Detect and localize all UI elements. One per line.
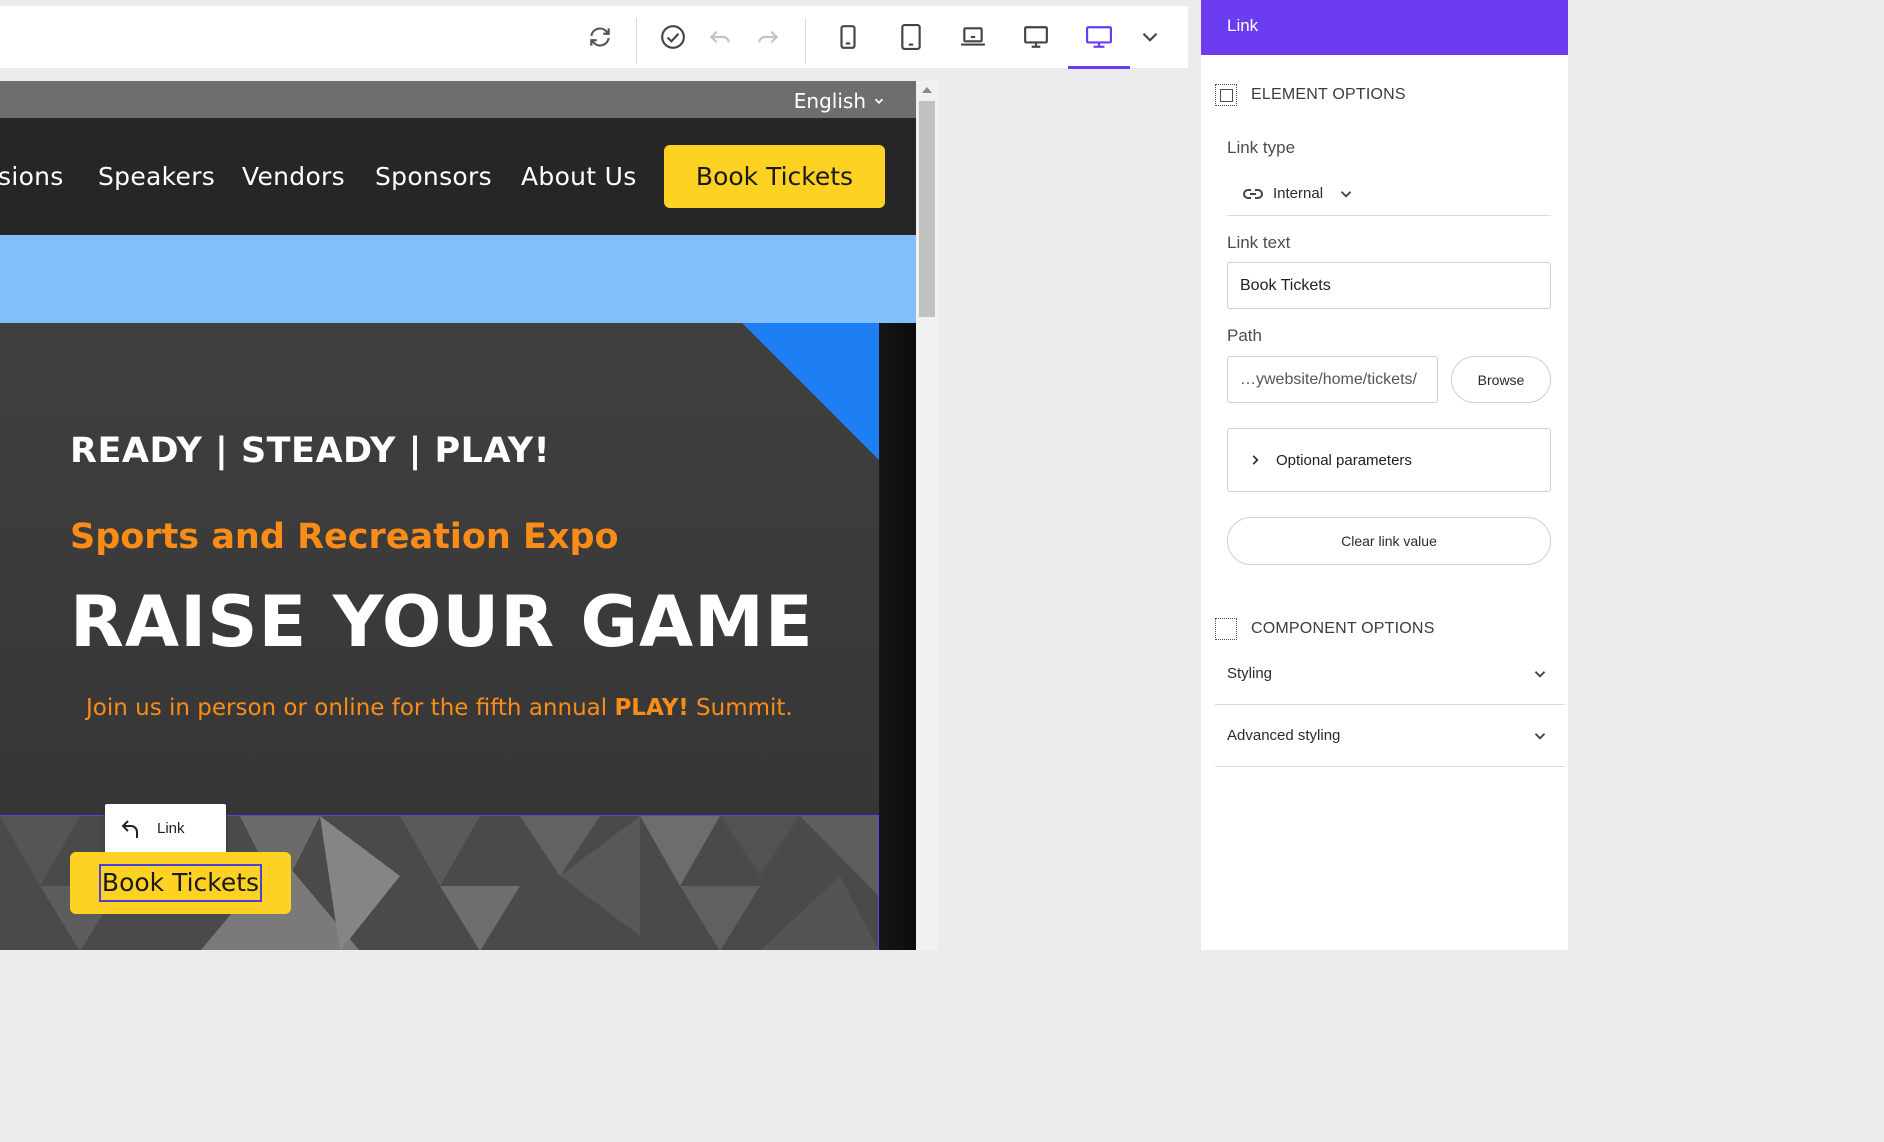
language-label: English [793,89,866,113]
page-preview: English sions Speakers Vendors Sponsors … [0,81,916,950]
chevron-down-icon [1534,732,1546,740]
panel-gutter [1188,0,1201,950]
preview-scrollbar[interactable] [916,81,938,950]
tagline-end: Summit. [688,695,793,721]
desktop-icon[interactable] [1080,19,1118,55]
chevron-right-icon [1252,455,1259,465]
chevron-down-icon[interactable] [1131,19,1169,55]
check-circle-icon[interactable] [654,19,692,55]
nav-item-about-us[interactable]: About Us [521,162,637,191]
select-parent-icon [121,819,138,838]
laptop-icon[interactable] [954,19,992,55]
link-text-input[interactable]: Book Tickets [1227,262,1551,309]
link-type-select[interactable]: Internal [1227,172,1551,216]
promo-band [0,235,916,323]
scroll-up-arrow[interactable] [922,87,932,93]
hero-edge-shadow [879,323,916,950]
chevron-down-icon [1534,670,1546,678]
site-topbar: English [0,81,916,118]
path-input[interactable]: …ywebsite/home/tickets/ [1227,356,1438,403]
redo-icon[interactable] [749,19,787,55]
optional-parameters-label: Optional parameters [1276,451,1412,469]
undo-icon[interactable] [701,19,739,55]
mobile-icon[interactable] [829,19,867,55]
nav-book-tickets-button[interactable]: Book Tickets [664,145,885,208]
hero-headline[interactable]: RAISE YOUR GAME [70,581,814,663]
editor-toolbar [0,0,1188,69]
styling-label: Styling [1227,665,1273,682]
refresh-icon[interactable] [581,19,619,55]
chevron-down-icon [1340,190,1352,198]
element-options-icon [1215,84,1237,106]
component-options-heading: COMPONENT OPTIONS [1215,618,1435,640]
nav-item-vendors[interactable]: Vendors [242,162,345,191]
advanced-styling-label: Advanced styling [1227,727,1341,744]
element-options-heading: ELEMENT OPTIONS [1215,84,1406,106]
hero-subhead[interactable]: Sports and Recreation Expo [70,517,619,557]
scrollbar-thumb[interactable] [919,101,935,317]
nav-item-speakers[interactable]: Speakers [98,162,215,191]
link-component-label[interactable]: Link [105,804,226,853]
link-type-label: Link type [1227,138,1296,157]
active-device-indicator [1068,66,1130,69]
hero-tagline[interactable]: Join us in person or online for the fift… [86,695,793,721]
tagline-bold: PLAY! [614,695,689,721]
monitor-icon[interactable] [1017,19,1055,55]
advanced-styling-accordion[interactable]: Advanced styling [1215,705,1565,767]
link-icon [1243,188,1263,199]
link-text-label: Link text [1227,233,1291,252]
chevron-down-icon [874,98,884,104]
component-options-icon [1215,618,1237,640]
hero-corner-accent [742,323,879,460]
toolbar-separator [805,18,806,64]
hero-book-tickets-text[interactable]: Book Tickets [98,864,263,902]
hero-eyebrow[interactable]: READY | STEADY | PLAY! [70,431,550,471]
language-selector[interactable]: English [794,89,886,113]
tagline-text: Join us in person or online for the fift… [86,695,615,721]
optional-parameters-toggle[interactable]: Optional parameters [1227,428,1551,492]
link-chip-text: Link [157,820,185,837]
tablet-icon[interactable] [892,19,930,55]
nav-item-sessions[interactable]: sions [0,162,64,191]
component-options-label: COMPONENT OPTIONS [1251,620,1435,637]
styling-accordion[interactable]: Styling [1215,643,1565,705]
properties-panel: Link ELEMENT OPTIONS Link type Internal … [1201,0,1568,950]
site-navbar: sions Speakers Vendors Sponsors About Us… [0,118,916,235]
panel-title: Link [1201,0,1568,55]
clear-link-button[interactable]: Clear link value [1227,517,1551,565]
browse-button[interactable]: Browse [1451,356,1551,403]
link-type-value: Internal [1273,185,1324,202]
hero-book-tickets-button[interactable]: Book Tickets [70,852,291,914]
path-label: Path [1227,326,1262,345]
toolbar-separator [636,18,637,64]
element-options-label: ELEMENT OPTIONS [1251,86,1406,103]
nav-item-sponsors[interactable]: Sponsors [375,162,492,191]
